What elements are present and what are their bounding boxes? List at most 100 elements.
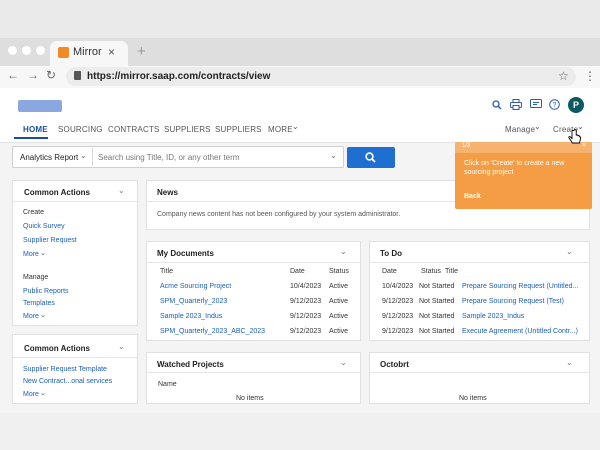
- search-icon[interactable]: [492, 100, 502, 110]
- user-avatar[interactable]: P: [568, 97, 584, 113]
- divider: [370, 372, 589, 373]
- todo-status: Not Started: [419, 283, 455, 290]
- collapse-chevron-icon[interactable]: ⌄: [118, 186, 125, 195]
- document-status: Active: [329, 328, 349, 335]
- reload-icon[interactable]: ↻: [46, 68, 56, 82]
- document-date: 9/12/2023: [290, 298, 322, 305]
- todo-title-link[interactable]: Prepare Sourcing Request (Untitled...: [462, 283, 578, 290]
- collapse-chevron-icon[interactable]: ⌄: [118, 342, 125, 351]
- guide-back-button[interactable]: Back: [464, 193, 481, 200]
- todo-date: 9/12/2023: [382, 298, 414, 305]
- create-label: Create: [23, 209, 45, 216]
- todo-date: 9/12/2023: [382, 313, 414, 320]
- public-reports-link[interactable]: Public Reports: [23, 288, 69, 295]
- hand-cursor-icon: [568, 129, 582, 144]
- more-chevron-icon[interactable]: ⌄: [40, 389, 46, 397]
- bookmark-star-icon[interactable]: ☆: [558, 69, 569, 83]
- back-icon[interactable]: ←: [7, 68, 19, 82]
- search-scope-chevron-icon[interactable]: ⌄: [330, 151, 337, 160]
- news-message: Company news content has not been config…: [157, 211, 401, 218]
- company-logo[interactable]: [18, 100, 62, 112]
- window-minimize-dot[interactable]: [22, 46, 31, 55]
- todo-date: 9/12/2023: [382, 328, 414, 335]
- search-divider: [92, 148, 93, 166]
- document-title-link[interactable]: Sample 2023_Indus: [160, 313, 222, 320]
- more-chevron-icon[interactable]: ⌄: [40, 249, 46, 257]
- manage-chevron-icon[interactable]: ⌄: [534, 122, 541, 131]
- todo-date: 10/4/2023: [382, 283, 414, 290]
- guide-step-indicator: 1/3: [462, 143, 471, 149]
- card-title: To Do: [380, 249, 403, 258]
- column-header[interactable]: Date: [382, 268, 397, 275]
- more-link-2[interactable]: More: [23, 313, 39, 320]
- window-top-strip: [0, 0, 600, 38]
- new-contract-link[interactable]: New Contract...onal services: [23, 378, 112, 385]
- empty-message: No items: [236, 395, 264, 402]
- chat-icon[interactable]: [530, 99, 542, 110]
- new-tab-icon[interactable]: +: [137, 43, 146, 60]
- todo-status: Not Started: [419, 313, 455, 320]
- window-maximize-dot[interactable]: [36, 46, 45, 55]
- svg-text:?: ?: [553, 102, 557, 109]
- document-date: 9/12/2023: [290, 313, 322, 320]
- card-title: My Documents: [157, 249, 214, 258]
- card-title: Watched Projects: [157, 360, 224, 369]
- document-status: Active: [329, 313, 349, 320]
- divider: [13, 201, 137, 202]
- window-close-dot[interactable]: [8, 46, 17, 55]
- close-icon[interactable]: ×: [582, 142, 586, 149]
- todo-title-link[interactable]: Execute Agreement (Untitled Contr...): [462, 328, 578, 335]
- card-title: Common Actions: [24, 188, 90, 197]
- nav-home[interactable]: HOME: [23, 125, 48, 134]
- collapse-chevron-icon[interactable]: ⌄: [340, 247, 347, 256]
- search-type-select[interactable]: Analytics Report: [20, 153, 78, 162]
- url-text[interactable]: https://mirror.saap.com/contracts/view: [87, 71, 270, 82]
- nav-more[interactable]: MORE: [268, 125, 293, 134]
- collapse-chevron-icon[interactable]: ⌄: [340, 358, 347, 367]
- column-header[interactable]: Title: [445, 268, 458, 275]
- print-icon[interactable]: [510, 99, 522, 110]
- quick-survey-link[interactable]: Quick Survey: [23, 223, 65, 230]
- supplier-request-link[interactable]: Supplier Request: [23, 237, 77, 244]
- search-icon: [365, 152, 376, 163]
- column-header[interactable]: Name: [158, 381, 177, 388]
- app-header: [0, 88, 600, 143]
- manage-menu[interactable]: Manage: [505, 125, 535, 134]
- collapse-chevron-icon[interactable]: ⌄: [566, 358, 573, 367]
- document-title-link[interactable]: SPM_Quarterly_2023: [160, 298, 227, 305]
- tab-close-icon[interactable]: ×: [108, 45, 115, 59]
- templates-link[interactable]: Templates: [23, 300, 55, 307]
- search-input[interactable]: Search using Title, ID, or any other ter…: [98, 153, 239, 162]
- nav-suppliers-2[interactable]: SUPPLIERS: [215, 125, 262, 134]
- divider: [147, 262, 360, 263]
- supplier-request-template-link[interactable]: Supplier Request Template: [23, 366, 107, 373]
- manage-label: Manage: [23, 274, 49, 281]
- nav-suppliers[interactable]: SUPPLIERS: [164, 125, 211, 134]
- todo-title-link[interactable]: Sample 2023_Indus: [462, 313, 524, 320]
- document-status: Active: [329, 298, 349, 305]
- column-header[interactable]: Date: [290, 268, 305, 275]
- document-title-link[interactable]: Acme Sourcing Project: [160, 283, 231, 290]
- column-header[interactable]: Status: [421, 268, 441, 275]
- nav-contracts[interactable]: CONTRACTS: [108, 125, 160, 134]
- todo-title-link[interactable]: Prepare Sourcing Request (Test): [462, 298, 564, 305]
- help-icon[interactable]: ?: [549, 99, 560, 110]
- more-chevron-icon[interactable]: ⌄: [40, 311, 46, 319]
- collapse-chevron-icon[interactable]: ⌄: [566, 247, 573, 256]
- empty-message: No items: [459, 395, 487, 402]
- active-tab-underline: [14, 137, 48, 139]
- more-link-3[interactable]: More: [23, 391, 39, 398]
- column-header[interactable]: Status: [329, 268, 349, 275]
- card-title: News: [157, 188, 178, 197]
- divider: [13, 357, 137, 358]
- browser-menu-icon[interactable]: ⋮: [584, 69, 596, 83]
- column-header[interactable]: Title: [160, 268, 173, 275]
- guide-text: Click on 'Create' to create a new sourci…: [464, 160, 565, 176]
- document-date: 9/12/2023: [290, 328, 322, 335]
- forward-icon[interactable]: →: [27, 68, 39, 82]
- more-chevron-icon[interactable]: ⌄: [292, 122, 299, 131]
- nav-sourcing[interactable]: SOURCING: [58, 125, 103, 134]
- search-type-chevron-icon[interactable]: ⌄: [80, 151, 87, 160]
- more-link[interactable]: More: [23, 251, 39, 258]
- document-title-link[interactable]: SPM_Quarterly_2023_ABC_2023: [160, 328, 265, 335]
